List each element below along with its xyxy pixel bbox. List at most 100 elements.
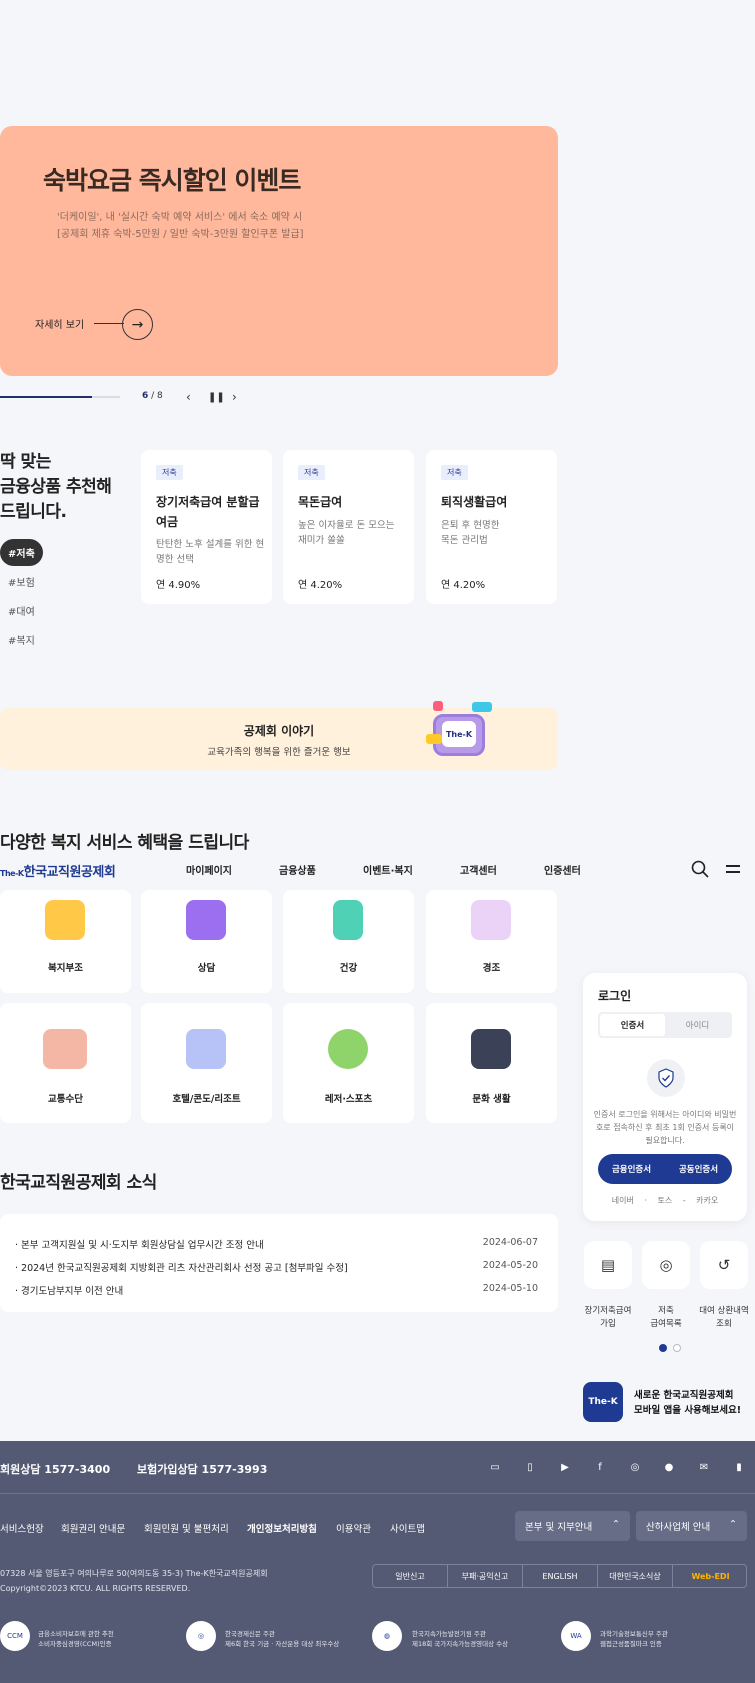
arrow-right-icon[interactable]: →	[122, 309, 153, 340]
search-icon[interactable]	[690, 859, 710, 879]
corruption-report-button[interactable]: 부패·공익신고	[448, 1565, 523, 1587]
footer-button-group: 일반신고 부패·공익신고 ENGLISH 대한민국소식상 Web-EDI	[372, 1564, 747, 1588]
nav-mypage[interactable]: 마이페이지	[186, 862, 232, 877]
tag-welfare[interactable]: #복지	[0, 626, 43, 653]
banner-desc-line1: '더케이일', 내 '실시간 숙박 예약 서비스' 에서 숙소 예약 시	[57, 212, 303, 223]
compass-award-icon: ◎	[186, 1621, 216, 1651]
product-rate: 연 4.20%	[298, 580, 343, 591]
site-logo[interactable]: The-K한국교직원공제회	[0, 861, 116, 880]
post-icon[interactable]: ▯	[523, 1461, 537, 1475]
award-button[interactable]: 대한민국소식상	[598, 1565, 673, 1587]
clapperboard-icon	[471, 1029, 511, 1069]
welfare-label: 문화 생활	[472, 1094, 511, 1105]
welfare-card[interactable]: 상담	[141, 890, 272, 993]
chevron-up-icon: ⌃	[612, 1519, 620, 1530]
youtube-icon[interactable]: ▶	[558, 1461, 572, 1475]
app-promo-text[interactable]: 새로운 한국교직원공제회 모바일 앱을 사용해보세요!	[634, 1388, 741, 1418]
medicine-icon	[333, 900, 363, 940]
product-card[interactable]: 저축 퇴직생활급여 은퇴 후 현명한 목돈 관리법 연 4.20%	[426, 450, 557, 604]
nav-cert[interactable]: 인증센터	[544, 862, 581, 877]
chevron-left-icon[interactable]: ‹	[186, 390, 191, 404]
pause-icon[interactable]: ❚❚	[208, 392, 225, 403]
product-card[interactable]: 저축 목돈급여 높은 이자율로 돈 모으는 재미가 쏠쏠 연 4.20%	[283, 450, 414, 604]
facebook-icon[interactable]: f	[593, 1461, 607, 1475]
quick-label[interactable]: 대여 상환내역 조회	[694, 1305, 754, 1331]
welfare-card[interactable]: 호텔/콘도/리조트	[141, 1003, 272, 1123]
instagram-icon[interactable]: ◎	[628, 1461, 642, 1475]
tv-screen: The-K	[442, 721, 476, 747]
tag-loan[interactable]: #대여	[0, 597, 43, 624]
chat-icon	[186, 900, 226, 940]
product-rate: 연 4.20%	[441, 580, 486, 591]
footer-link-privacy[interactable]: 개인정보처리방침	[247, 1521, 317, 1535]
banner-desc-line2: [공제회 제휴 숙박-5만원 / 일반 숙박-3만원 할인쿠폰 발급]	[57, 229, 304, 240]
slider-total: / 8	[151, 391, 163, 401]
branch-select[interactable]: 본부 및 지부안내 ⌃	[515, 1511, 630, 1541]
welfare-card[interactable]: 복지부조	[0, 890, 131, 993]
public-cert-button[interactable]: 공동인증서	[665, 1154, 732, 1184]
nav-support[interactable]: 고객센터	[460, 862, 497, 877]
shield-icon	[647, 1059, 685, 1097]
login-description: 인증서 로그인을 위해서는 아이디와 비밀번호로 접속하신 후 최초 1회 인증…	[593, 1110, 737, 1145]
tab-id[interactable]: 아이디	[665, 1014, 730, 1036]
english-button[interactable]: ENGLISH	[523, 1565, 598, 1587]
tab-certificate[interactable]: 인증서	[600, 1014, 665, 1036]
quick-label[interactable]: 저축 급여목록	[636, 1305, 696, 1331]
news-item[interactable]: · 본부 고객지원실 및 시·도지부 회원상담실 업무시간 조정 안내 2024-…	[15, 1237, 538, 1251]
history-icon[interactable]: ↺	[700, 1241, 748, 1289]
tag-insurance[interactable]: #보험	[0, 568, 43, 595]
kakao-icon[interactable]: ●	[662, 1461, 676, 1475]
welfare-card[interactable]: 문화 생활	[426, 1003, 557, 1123]
tag-savings[interactable]: #저축	[0, 539, 43, 566]
menu-icon[interactable]	[723, 860, 743, 878]
financial-cert-button[interactable]: 금융인증서	[598, 1154, 665, 1184]
welfare-label: 건강	[339, 963, 358, 974]
pager-dot[interactable]	[673, 1344, 681, 1352]
product-card[interactable]: 저축 장기저축급여 분할급여금 탄탄한 노후 설계를 위한 현명한 선택 연 4…	[141, 450, 272, 604]
news-title: 한국교직원공제회 소식	[0, 1173, 157, 1193]
document-icon[interactable]: ▤	[584, 1241, 632, 1289]
sustainability-award-icon: ◍	[372, 1621, 402, 1651]
banner-more-link[interactable]: 자세히 보기	[35, 316, 84, 331]
heart-bubble-icon	[433, 701, 443, 711]
welfare-label: 경조	[482, 963, 501, 974]
book-icon[interactable]: ▮	[732, 1461, 746, 1475]
chevron-up-icon: ⌃	[729, 1519, 737, 1530]
footer-link[interactable]: 사이트맵	[390, 1521, 425, 1535]
app-logo[interactable]: The-K	[583, 1382, 623, 1422]
calendar-icon	[471, 900, 511, 940]
welfare-card[interactable]: 경조	[426, 890, 557, 993]
nav-events[interactable]: 이벤트·복지	[363, 862, 413, 877]
search-coin-icon[interactable]: ◎	[642, 1241, 690, 1289]
welfare-card[interactable]: 건강	[283, 890, 414, 993]
gift-icon	[45, 900, 85, 940]
welfare-card[interactable]: 레저·스포츠	[283, 1003, 414, 1123]
quick-label[interactable]: 장기저축급여 가입	[578, 1305, 638, 1331]
nav-products[interactable]: 금융상품	[279, 862, 316, 877]
web-edi-button[interactable]: Web-EDI	[673, 1565, 748, 1587]
award-text: 한국지속가능발전기원 주관 제18회 국가지속가능경영대상 수상	[412, 1630, 509, 1648]
product-rate: 연 4.90%	[156, 580, 201, 591]
kakao-login-link[interactable]: 카카오	[696, 1196, 718, 1205]
chevron-right-icon[interactable]: ›	[232, 390, 237, 404]
footer-link[interactable]: 서비스헌장	[0, 1521, 44, 1535]
toss-login-link[interactable]: 토스	[657, 1196, 672, 1205]
footer-link[interactable]: 회원권리 안내문	[61, 1521, 125, 1535]
welfare-label: 교통수단	[48, 1094, 83, 1105]
mail-icon[interactable]: ✉	[697, 1461, 711, 1475]
slider-counter: 6 / 8	[142, 391, 163, 401]
pager-dot-active[interactable]	[659, 1344, 667, 1352]
report-button[interactable]: 일반신고	[373, 1565, 448, 1587]
award-text: 금융소비자보호에 관한 추천 소비자중심경영(CCM)인증	[38, 1630, 114, 1648]
welfare-card[interactable]: 교통수단	[0, 1003, 131, 1123]
news-item[interactable]: · 2024년 한국교직원공제회 지방회관 리츠 자산관리회사 선정 공고 [첨…	[15, 1260, 538, 1274]
footer-link[interactable]: 이용약관	[336, 1521, 371, 1535]
news-item[interactable]: · 경기도남부지부 이전 안내 2024-05-10	[15, 1283, 538, 1297]
footer-link[interactable]: 회원민원 및 불편처리	[144, 1521, 229, 1535]
affiliate-select[interactable]: 산하사업체 안내 ⌃	[636, 1511, 747, 1541]
site-header: The-K한국교직원공제회 마이페이지 금융상품 이벤트·복지 고객센터 인증센…	[0, 850, 755, 888]
event-banner[interactable]: 숙박요금 즉시할인 이벤트 '더케이일', 내 '실시간 숙박 예약 서비스' …	[0, 126, 558, 376]
naver-login-link[interactable]: 네이버	[612, 1196, 634, 1205]
blog-icon[interactable]: ▭	[488, 1461, 502, 1475]
welfare-label: 레저·스포츠	[324, 1094, 373, 1105]
